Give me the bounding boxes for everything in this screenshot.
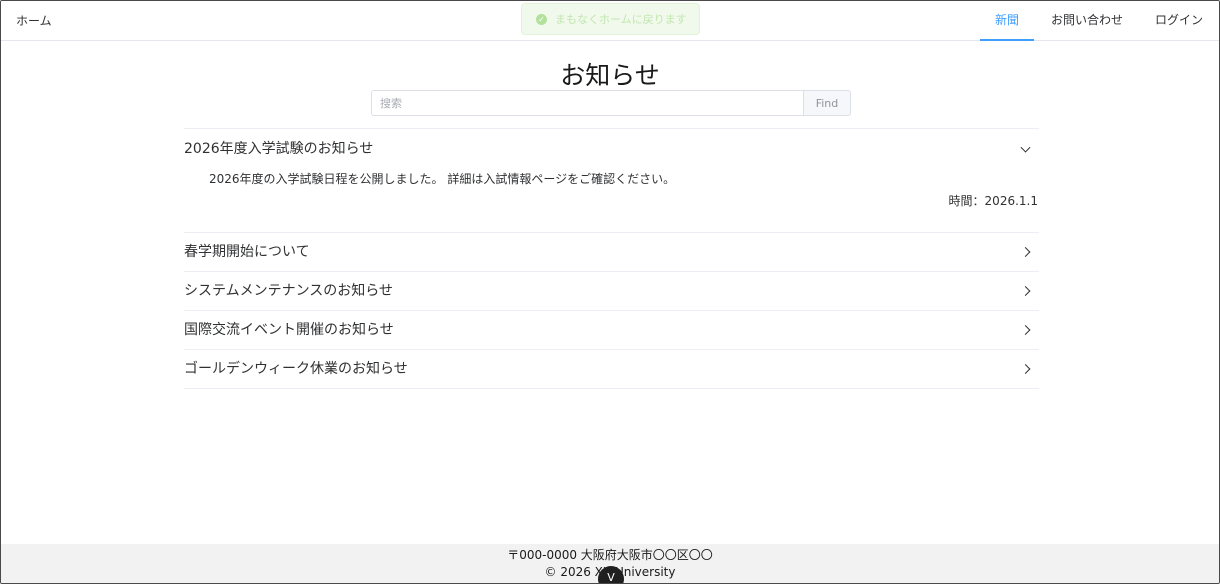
notice-header[interactable]: 2026年度入学試験のお知らせ [184, 129, 1039, 169]
chevron-right-icon [1020, 247, 1031, 257]
search-bar: Find [371, 90, 851, 116]
page-title: お知らせ [560, 61, 660, 90]
notice-title: 春学期開始について [184, 244, 310, 260]
chevron-right-icon [1020, 364, 1031, 374]
notice-content: 2026年度の入学試験日程を公開しました。 詳細は入試情報ページをご確認ください… [184, 169, 1039, 232]
footer-address: 〒000-0000 大阪府大阪市〇〇区〇〇 [507, 548, 713, 562]
notice-header[interactable]: 春学期開始について [184, 233, 1039, 271]
chevron-right-icon [1020, 286, 1031, 296]
notice-item: 国際交流イベント開催のお知らせ [184, 311, 1039, 350]
home-link[interactable]: ホーム [16, 12, 52, 29]
top-nav: 新聞 お問い合わせ ログイン [979, 1, 1219, 41]
success-toast: ✓ まもなくホームに戻ります [521, 3, 700, 35]
notice-item: 2026年度入学試験のお知らせ 2026年度の入学試験日程を公開しました。 詳細… [184, 129, 1039, 233]
search-input[interactable] [371, 90, 803, 116]
nav-item-login[interactable]: ログイン [1140, 1, 1219, 41]
chevron-down-icon [1020, 142, 1031, 153]
page-footer: 〒000-0000 大阪府大阪市〇〇区〇〇 © 2026 XX Universi… [1, 544, 1219, 583]
check-circle-icon: ✓ [536, 13, 547, 25]
notice-header[interactable]: ゴールデンウィーク休業のお知らせ [184, 350, 1039, 388]
notice-title: システムメンテナンスのお知らせ [184, 283, 394, 299]
notice-item: 春学期開始について [184, 233, 1039, 272]
chevron-right-icon [1020, 325, 1031, 335]
notice-header[interactable]: システムメンテナンスのお知らせ [184, 272, 1039, 310]
toast-message: まもなくホームに戻ります [555, 13, 687, 26]
app-window: ホーム 新聞 お問い合わせ ログイン ✓ まもなくホームに戻ります お知らせ F… [0, 0, 1220, 584]
notice-list: 2026年度入学試験のお知らせ 2026年度の入学試験日程を公開しました。 詳細… [184, 128, 1039, 389]
notice-body: 2026年度の入学試験日程を公開しました。 詳細は入試情報ページをご確認ください… [209, 172, 676, 186]
notice-header[interactable]: 国際交流イベント開催のお知らせ [184, 311, 1039, 349]
notice-title: 2026年度入学試験のお知らせ [184, 141, 374, 157]
nav-item-news[interactable]: 新聞 [979, 1, 1034, 41]
nav-item-contact[interactable]: お問い合わせ [1034, 1, 1140, 41]
notice-item: システムメンテナンスのお知らせ [184, 272, 1039, 311]
notice-item: ゴールデンウィーク休業のお知らせ [184, 350, 1039, 389]
find-button[interactable]: Find [803, 90, 851, 116]
notice-title: ゴールデンウィーク休業のお知らせ [184, 361, 408, 377]
notice-title: 国際交流イベント開催のお知らせ [184, 322, 394, 338]
notice-time: 時間：2026.1.1 [948, 194, 1038, 208]
